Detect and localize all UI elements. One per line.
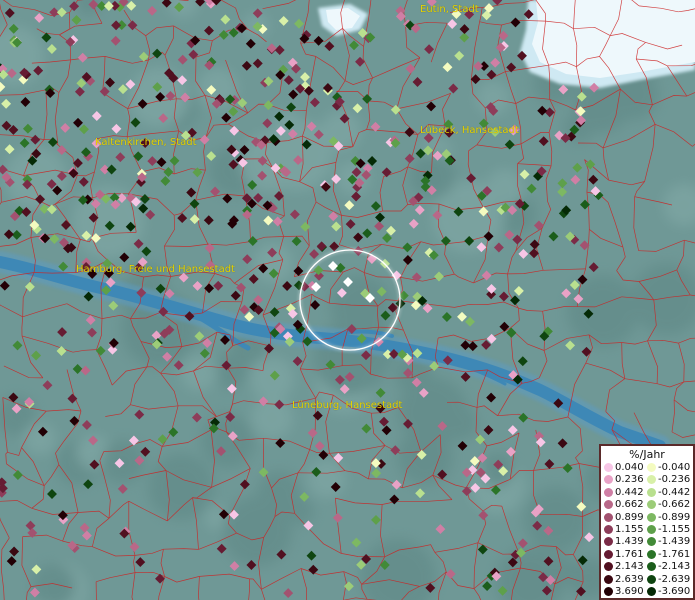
legend-swatch-positive xyxy=(604,587,613,596)
legend-title: %/Jahr xyxy=(629,448,665,461)
legend-label-negative: -1.155 xyxy=(658,524,691,535)
legend-label-negative: -0.442 xyxy=(658,486,691,498)
legend-label-positive: 0.040 xyxy=(615,462,644,473)
legend-swatch-positive xyxy=(604,487,613,497)
legend-label-negative: -3.690 xyxy=(658,586,691,597)
legend-label-positive: 2.639 xyxy=(615,573,644,585)
legend-swatch-positive xyxy=(604,500,613,510)
legend-swatch-negative xyxy=(647,512,656,522)
legend-row: 3.690 -3.690 xyxy=(601,586,693,598)
legend-swatch-positive xyxy=(604,549,613,559)
legend-row: 0.442 -0.442 xyxy=(601,487,693,499)
legend-row: 0.899 -0.899 xyxy=(601,512,693,524)
legend-label-positive: 2.143 xyxy=(615,561,644,573)
legend-swatch-positive xyxy=(604,475,613,485)
legend-label-positive: 0.236 xyxy=(615,474,644,486)
legend-swatch-negative xyxy=(647,537,656,547)
place-label-hamburg: Hamburg, Freie und Hansestadt xyxy=(76,264,235,275)
legend-label-positive: 1.761 xyxy=(615,548,644,560)
legend-label-negative: -0.662 xyxy=(658,499,691,511)
legend-swatch-negative xyxy=(647,574,656,584)
terrain-patch xyxy=(201,414,255,468)
legend-swatch-negative xyxy=(647,487,656,497)
place-label-lueneburg: Lüneburg, Hansestadt xyxy=(292,400,403,411)
legend-label-positive: 0.899 xyxy=(615,511,644,523)
legend-row: 1.761 -1.761 xyxy=(601,549,693,561)
terrain-patch xyxy=(257,471,301,515)
place-label-kaltenkirchen: Kaltenkirchen, Stadt xyxy=(95,137,197,148)
legend-swatch-positive xyxy=(604,525,613,534)
legend-swatch-negative xyxy=(647,549,656,559)
place-label-luebeck: Lübeck, Hansestadt xyxy=(420,125,519,136)
legend-label-negative: -2.143 xyxy=(658,561,691,573)
legend-swatch-positive xyxy=(604,562,613,572)
legend-label-positive: 0.662 xyxy=(615,499,644,511)
terrain-patch xyxy=(251,397,293,439)
map-canvas[interactable] xyxy=(0,0,695,600)
legend-swatch-negative xyxy=(647,562,656,572)
legend-swatch-negative xyxy=(647,587,656,596)
legend-label-positive: 3.690 xyxy=(615,586,644,597)
terrain-patch xyxy=(250,357,294,401)
legend-swatch-negative xyxy=(647,463,656,472)
legend-swatch-positive xyxy=(604,574,613,584)
legend-label-negative: -0.040 xyxy=(658,462,691,473)
legend-label-positive: 1.155 xyxy=(615,524,644,535)
legend-swatch-negative xyxy=(647,525,656,534)
legend-label-positive: 1.439 xyxy=(615,536,644,548)
legend-row: 2.143 -2.143 xyxy=(601,561,693,573)
terrain-patch xyxy=(24,423,56,455)
terrain-patch xyxy=(148,454,214,520)
legend-row: 0.662 -0.662 xyxy=(601,499,693,511)
place-label-eutin: Eutin, Stadt xyxy=(420,4,479,15)
legend-row: 1.439 -1.439 xyxy=(601,536,693,548)
terrain-patch xyxy=(524,487,588,551)
legend-swatch-negative xyxy=(647,500,656,510)
map-legend: %/Jahr 0.040 -0.040 0.236 -0.236 0.442 -0.442… xyxy=(599,444,695,600)
legend-label-positive: 0.442 xyxy=(615,486,644,498)
legend-row: 1.155 -1.155 xyxy=(601,524,693,536)
legend-swatch-negative xyxy=(647,475,656,485)
legend-label-negative: -1.761 xyxy=(658,548,691,560)
legend-swatch-positive xyxy=(604,463,613,472)
legend-row: 2.639 -2.639 xyxy=(601,574,693,586)
legend-swatch-positive xyxy=(604,537,613,547)
legend-label-negative: -0.899 xyxy=(658,511,691,523)
legend-label-negative: -1.439 xyxy=(658,536,691,548)
legend-swatch-positive xyxy=(604,512,613,522)
legend-row: 0.236 -0.236 xyxy=(601,474,693,486)
terrain-patch xyxy=(442,405,478,441)
legend-label-negative: -0.236 xyxy=(658,474,691,486)
legend-label-negative: -2.639 xyxy=(658,573,691,585)
legend-row: 0.040 -0.040 xyxy=(601,462,693,474)
